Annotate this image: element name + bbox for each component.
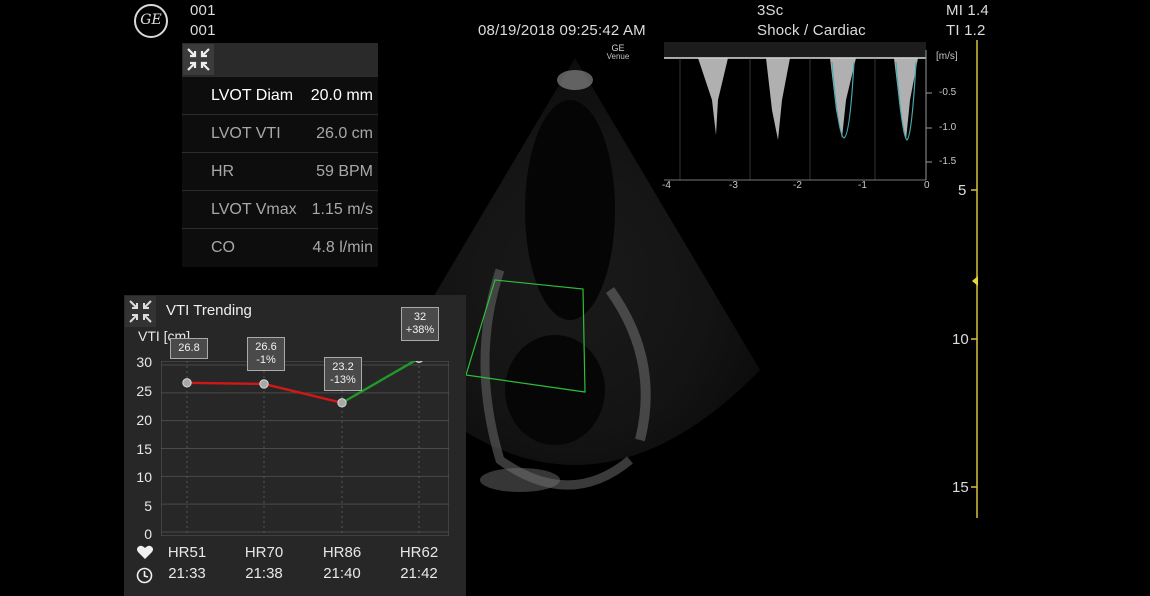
measurement-row-co[interactable]: CO 4.8 l/min bbox=[182, 228, 378, 267]
vti-collapse-button[interactable] bbox=[125, 296, 156, 327]
vti-data-point[interactable] bbox=[259, 379, 269, 389]
y-tick-label: 10 bbox=[136, 469, 152, 485]
vti-data-point[interactable] bbox=[337, 398, 347, 408]
measurement-row-lvot-vmax[interactable]: LVOT Vmax 1.15 m/s bbox=[182, 190, 378, 229]
time-label: 21:33 bbox=[168, 565, 206, 582]
y-tick-label: 0 bbox=[144, 526, 152, 542]
focus-marker-icon bbox=[972, 276, 978, 286]
probe-label: 3Sc bbox=[757, 2, 784, 19]
time-label: 21:40 bbox=[323, 565, 361, 582]
vti-data-point[interactable] bbox=[182, 378, 192, 388]
doppler-ytick: -1.5 bbox=[939, 156, 957, 167]
doppler-ytick: -0.5 bbox=[939, 87, 957, 98]
y-tick-label: 15 bbox=[136, 441, 152, 457]
measurement-row-lvot-diam[interactable]: LVOT Diam 20.0 mm bbox=[182, 76, 378, 115]
vti-trend-chart[interactable] bbox=[161, 361, 449, 536]
collapse-arrows-icon bbox=[187, 48, 210, 71]
collapse-button[interactable] bbox=[183, 44, 214, 75]
patient-id-line1: 001 bbox=[190, 2, 216, 19]
thermal-index: TI 1.2 bbox=[946, 22, 986, 39]
measurement-row-lvot-vti[interactable]: LVOT VTI 26.0 cm bbox=[182, 114, 378, 153]
depth-ruler bbox=[971, 40, 978, 518]
y-tick-label: 20 bbox=[136, 412, 152, 428]
vti-trending-panel: VTI Trending VTI [cm] 30 25 20 15 10 5 0… bbox=[124, 295, 466, 596]
vti-trending-title: VTI Trending bbox=[166, 302, 252, 319]
y-tick-label: 5 bbox=[144, 498, 152, 514]
preset-label: Shock / Cardiac bbox=[757, 22, 866, 39]
doppler-xtick: -2 bbox=[793, 180, 802, 191]
doppler-xtick: -4 bbox=[662, 180, 671, 191]
ge-logo-icon: GE bbox=[134, 4, 168, 38]
doppler-unit-label: [m/s] bbox=[936, 51, 958, 62]
heart-icon bbox=[137, 545, 153, 559]
depth-mark: 5 bbox=[958, 182, 967, 199]
clock-icon bbox=[136, 567, 153, 584]
hr-label: HR70 bbox=[244, 544, 284, 561]
time-label: 21:42 bbox=[400, 565, 438, 582]
exam-datetime: 08/19/2018 09:25:42 AM bbox=[478, 22, 646, 39]
depth-mark: 10 bbox=[952, 331, 969, 348]
vti-value-box: 26.6 -1% bbox=[247, 337, 285, 371]
vti-data-point[interactable] bbox=[415, 361, 423, 364]
vti-value-box: 26.8 bbox=[170, 338, 208, 359]
hr-label: HR62 bbox=[399, 544, 439, 561]
hr-label: HR86 bbox=[322, 544, 362, 561]
doppler-ytick: -1.0 bbox=[939, 122, 957, 133]
measurement-row-hr[interactable]: HR 59 BPM bbox=[182, 152, 378, 191]
depth-mark: 15 bbox=[952, 479, 969, 496]
y-tick-label: 30 bbox=[136, 354, 152, 370]
doppler-xtick: 0 bbox=[924, 180, 930, 191]
measurement-panel: LVOT Diam 20.0 mm LVOT VTI 26.0 cm HR 59… bbox=[182, 43, 378, 267]
trend-segment bbox=[186, 381, 265, 386]
mechanical-index: MI 1.4 bbox=[946, 2, 989, 19]
vti-value-box: 23.2 -13% bbox=[324, 357, 362, 391]
collapse-arrows-icon bbox=[129, 300, 152, 323]
hr-label: HR51 bbox=[167, 544, 207, 561]
doppler-xtick: -3 bbox=[729, 180, 738, 191]
time-label: 21:38 bbox=[245, 565, 283, 582]
vti-value-box: 32 +38% bbox=[401, 307, 439, 341]
y-tick-label: 25 bbox=[136, 383, 152, 399]
doppler-spectrum[interactable] bbox=[660, 40, 940, 195]
doppler-xtick: -1 bbox=[858, 180, 867, 191]
patient-id-line2: 001 bbox=[190, 22, 216, 39]
